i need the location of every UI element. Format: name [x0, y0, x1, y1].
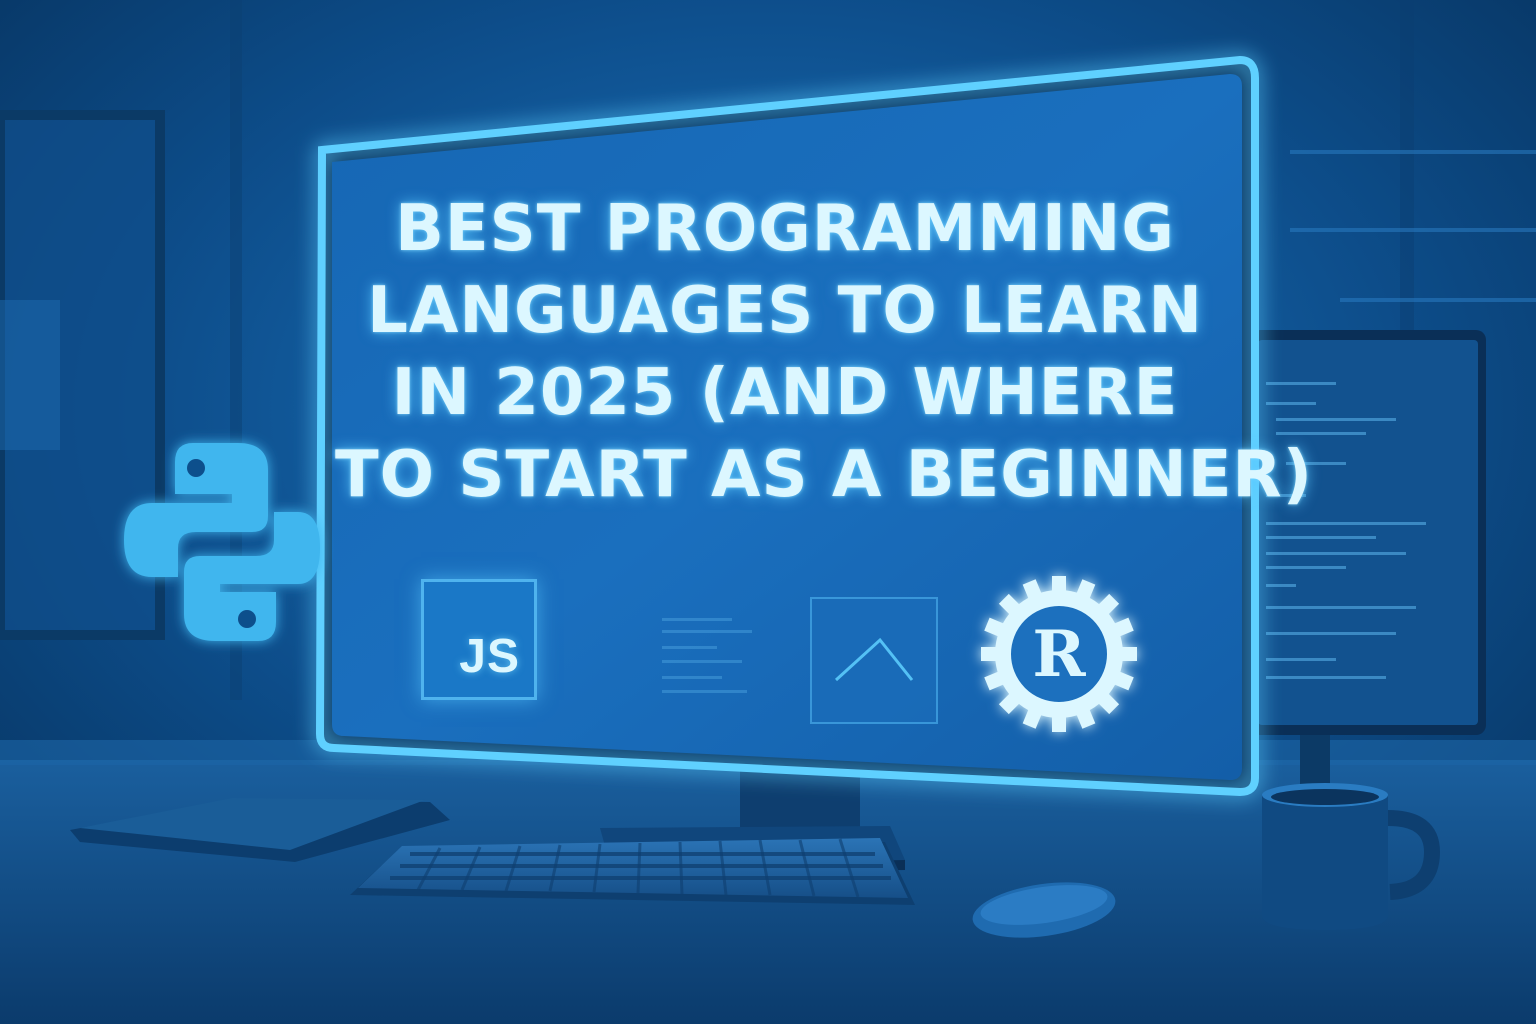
chart-line-icon [810, 597, 938, 724]
headline-line-1: BEST PROGRAMMING [395, 192, 1175, 266]
headline-line-4: TO START AS A BEGINNER) [335, 438, 1313, 512]
javascript-logo-icon: JS [421, 579, 537, 700]
rust-logo-icon: R [981, 576, 1137, 732]
illustration: R BEST PROGRAMMING LANGUAGES TO LEARN IN… [0, 0, 1536, 1024]
headline-line-3: IN 2025 (AND WHERE [391, 356, 1179, 430]
keyboard [350, 838, 915, 905]
page-title: BEST PROGRAMMING LANGUAGES TO LEARN IN 2… [335, 188, 1313, 516]
headline-line-2: LANGUAGES TO LEARN [367, 274, 1203, 348]
javascript-badge-label: JS [459, 630, 520, 683]
rust-letter: R [1032, 617, 1086, 692]
